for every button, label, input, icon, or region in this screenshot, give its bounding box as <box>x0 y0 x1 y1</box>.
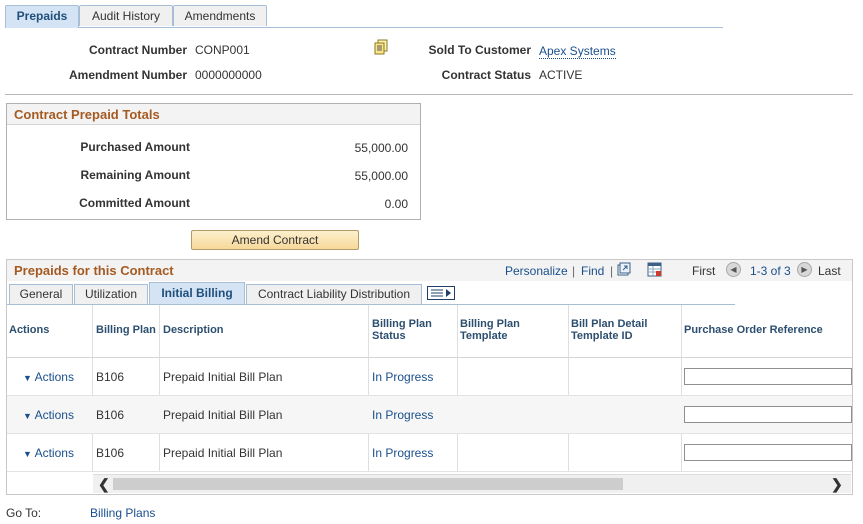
status-link[interactable]: In Progress <box>372 408 433 422</box>
amendment-number-value: 0000000000 <box>195 68 262 82</box>
row-actions-menu[interactable]: ▼ Actions <box>23 446 74 460</box>
amend-contract-button[interactable]: Amend Contract <box>191 230 359 250</box>
personalize-link[interactable]: Personalize <box>505 264 568 278</box>
table-row: ▼ Actions B106 Prepaid Initial Bill Plan… <box>7 396 852 434</box>
po-reference-input[interactable] <box>684 406 852 423</box>
col-po-reference: Purchase Order Reference <box>684 324 823 336</box>
purchased-amount-label: Purchased Amount <box>80 140 190 154</box>
tab-amendments[interactable]: Amendments <box>173 5 267 26</box>
contract-status-label: Contract Status <box>441 68 531 82</box>
contract-prepaid-totals: Contract Prepaid Totals Purchased Amount… <box>6 103 421 220</box>
goto-label: Go To: <box>6 506 42 520</box>
col-billing-plan: Billing Plan <box>96 324 156 336</box>
committed-amount-value: 0.00 <box>384 197 408 211</box>
grid-title: Prepaids for this Contract <box>14 263 174 278</box>
purchased-amount-value: 55,000.00 <box>354 141 408 155</box>
row-actions-menu[interactable]: ▼ Actions <box>23 370 74 384</box>
billing-plan-cell: B106 <box>96 370 125 384</box>
grid-subtabs: General Utilization Initial Billing Cont… <box>7 282 735 305</box>
billing-plans-link[interactable]: Billing Plans <box>90 506 155 520</box>
download-icon[interactable] <box>647 262 662 280</box>
prepaids-grid: Prepaids for this Contract Personalize |… <box>6 259 853 495</box>
scroll-right-icon[interactable]: ❯ <box>831 476 843 493</box>
show-all-columns-icon[interactable] <box>427 286 455 303</box>
tab-audit-history[interactable]: Audit History <box>79 5 173 26</box>
subtab-utilization[interactable]: Utilization <box>74 284 148 304</box>
tab-prepaids[interactable]: Prepaids <box>5 5 79 28</box>
first-label[interactable]: First <box>692 264 715 278</box>
next-arrow-icon[interactable]: ▶ <box>797 262 812 278</box>
row-actions-menu[interactable]: ▼ Actions <box>23 408 74 422</box>
scroll-left-icon[interactable]: ❮ <box>98 476 110 493</box>
page-tabs: Prepaids Audit History Amendments <box>5 5 723 28</box>
table-row: ▼ Actions B106 Prepaid Initial Bill Plan… <box>7 434 852 472</box>
col-detail-template: Bill Plan Detail Template ID <box>571 318 648 342</box>
column-headers: Actions Billing Plan Description Billing… <box>7 305 852 358</box>
totals-title: Contract Prepaid Totals <box>14 107 160 122</box>
status-link[interactable]: In Progress <box>372 446 433 460</box>
remaining-amount-value: 55,000.00 <box>354 169 408 183</box>
billing-plan-cell: B106 <box>96 446 125 460</box>
divider <box>5 94 853 95</box>
remaining-amount-label: Remaining Amount <box>80 168 190 182</box>
nav-separator-2: | <box>610 264 614 278</box>
subtab-contract-liability[interactable]: Contract Liability Distribution <box>246 284 422 304</box>
row-range: 1-3 of 3 <box>750 264 791 278</box>
last-label[interactable]: Last <box>818 264 841 278</box>
sold-to-label: Sold To Customer <box>428 43 531 57</box>
col-actions: Actions <box>9 324 50 336</box>
contract-number-label: Contract Number <box>88 43 187 57</box>
contract-number-value: CONP001 <box>195 43 250 57</box>
view-all-icon[interactable] <box>617 262 631 279</box>
sold-to-link[interactable]: Apex Systems <box>539 44 616 59</box>
description-cell: Prepaid Initial Bill Plan <box>163 446 283 460</box>
description-cell: Prepaid Initial Bill Plan <box>163 370 283 384</box>
status-link[interactable]: In Progress <box>372 370 433 384</box>
prev-arrow-icon[interactable]: ◀ <box>726 262 741 278</box>
col-template: Billing Plan Template <box>460 318 520 342</box>
col-status: Billing Plan Status <box>372 318 432 342</box>
nav-separator: | <box>572 264 576 278</box>
po-reference-input[interactable] <box>684 444 852 461</box>
grid-header: Prepaids for this Contract Personalize |… <box>7 260 852 281</box>
subtab-general[interactable]: General <box>9 284 73 304</box>
find-link[interactable]: Find <box>581 264 604 278</box>
description-cell: Prepaid Initial Bill Plan <box>163 408 283 422</box>
scroll-thumb[interactable] <box>113 478 623 490</box>
contract-status-value: ACTIVE <box>539 68 583 82</box>
amendment-number-label: Amendment Number <box>68 68 187 82</box>
col-description: Description <box>163 324 224 336</box>
horizontal-scrollbar[interactable]: ❮ ❯ <box>93 474 851 493</box>
billing-plan-cell: B106 <box>96 408 125 422</box>
totals-header: Contract Prepaid Totals <box>7 104 420 125</box>
po-reference-input[interactable] <box>684 368 852 385</box>
subtab-initial-billing[interactable]: Initial Billing <box>149 282 245 304</box>
committed-amount-label: Committed Amount <box>79 196 190 210</box>
table-row: ▼ Actions B106 Prepaid Initial Bill Plan… <box>7 358 852 396</box>
